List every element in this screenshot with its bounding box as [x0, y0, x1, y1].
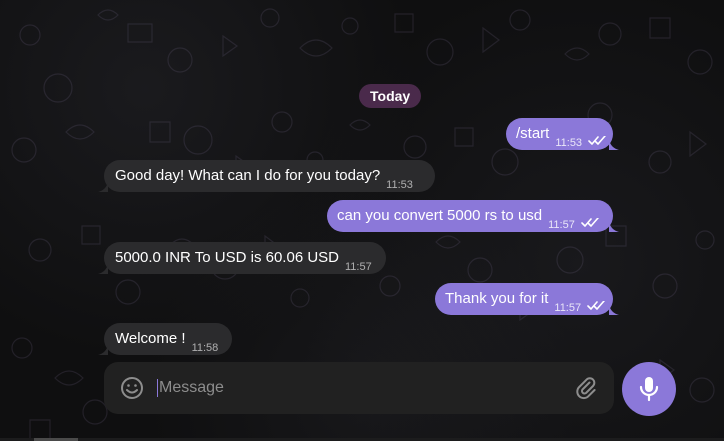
message-text: Thank you for it [445, 290, 549, 308]
message-composer [104, 362, 614, 414]
text-caret [157, 379, 158, 397]
voice-message-button[interactable] [622, 362, 676, 416]
message-time: 11:58 [191, 342, 219, 354]
message-time: 11:57 [554, 302, 582, 314]
bubble-tail-icon [98, 264, 108, 274]
double-check-icon [581, 218, 599, 227]
message-time: 11:57 [548, 219, 575, 231]
paperclip-icon[interactable] [574, 376, 598, 400]
message-text: /start [516, 125, 550, 143]
date-separator: Today [359, 84, 422, 108]
bubble-tail-icon [609, 305, 619, 315]
double-check-icon [588, 136, 607, 145]
message-text: 5000.0 INR To USD is 60.06 USD [115, 249, 339, 267]
message-bubble-incoming[interactable]: 5000.0 INR To USD is 60.06 USD 11:57 [98, 242, 386, 274]
message-bubble-outgoing[interactable]: can you convert 5000 rs to usd 11:57 [327, 200, 619, 232]
message-bubble-incoming[interactable]: Welcome ! 11:58 [98, 323, 232, 355]
message-bubble-incoming[interactable]: Good day! What can I do for you today? 11… [98, 160, 435, 192]
double-check-icon [587, 301, 606, 310]
bubble-tail-icon [98, 345, 108, 355]
bubble-tail-icon [609, 140, 619, 150]
message-time: 11:53 [386, 179, 413, 191]
microphone-icon [639, 377, 659, 402]
message-text: Welcome ! [115, 330, 186, 348]
bubble-tail-icon [98, 182, 108, 192]
bubble-tail-icon [609, 222, 619, 232]
message-time: 11:57 [345, 261, 372, 273]
message-input[interactable] [159, 376, 549, 400]
message-bubble-outgoing[interactable]: Thank you for it 11:57 [435, 283, 619, 315]
date-label: Today [370, 88, 411, 104]
smile-icon[interactable] [120, 376, 144, 400]
message-time: 11:53 [555, 137, 583, 149]
message-text: can you convert 5000 rs to usd [337, 207, 543, 225]
message-bubble-outgoing[interactable]: /start 11:53 [506, 118, 619, 150]
message-text: Good day! What can I do for you today? [115, 167, 381, 185]
